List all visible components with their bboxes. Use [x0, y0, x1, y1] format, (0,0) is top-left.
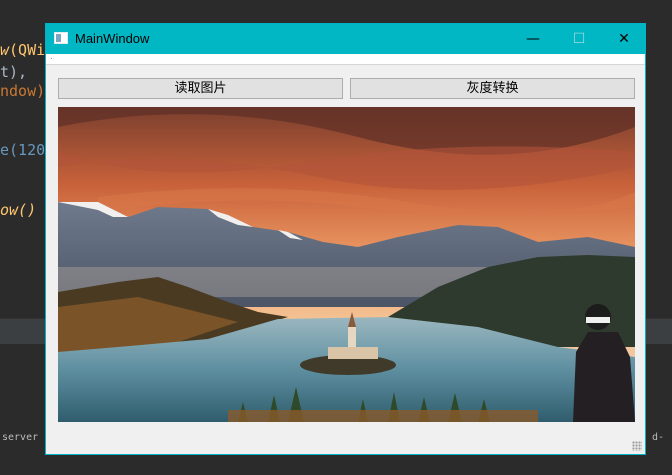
window-title: MainWindow: [75, 31, 150, 46]
maximize-button[interactable]: ☐: [556, 24, 602, 54]
close-button[interactable]: ✕: [601, 24, 647, 54]
code-line: e(120: [0, 141, 46, 159]
image-display: [58, 107, 635, 422]
status-bar: [46, 430, 645, 454]
read-image-button[interactable]: 读取图片: [58, 78, 343, 99]
code-line: t),: [0, 63, 28, 81]
main-window: MainWindow — ☐ ✕ · 读取图片 灰度转换: [45, 23, 646, 455]
resize-grip[interactable]: [632, 441, 642, 451]
console-text: d-: [652, 432, 665, 443]
minimize-button[interactable]: —: [510, 24, 556, 54]
code-line: ow(): [0, 201, 37, 219]
landscape-photo: [58, 107, 635, 422]
console-text: server ': [2, 432, 51, 443]
app-icon: [54, 32, 68, 44]
title-bar[interactable]: MainWindow — ☐ ✕: [46, 24, 645, 54]
menu-marker: ·: [50, 54, 53, 63]
grayscale-button[interactable]: 灰度转换: [350, 78, 635, 99]
code-line: w(QWi: [0, 41, 46, 59]
menu-bar[interactable]: ·: [46, 54, 645, 65]
code-line: ndow): [0, 82, 46, 100]
